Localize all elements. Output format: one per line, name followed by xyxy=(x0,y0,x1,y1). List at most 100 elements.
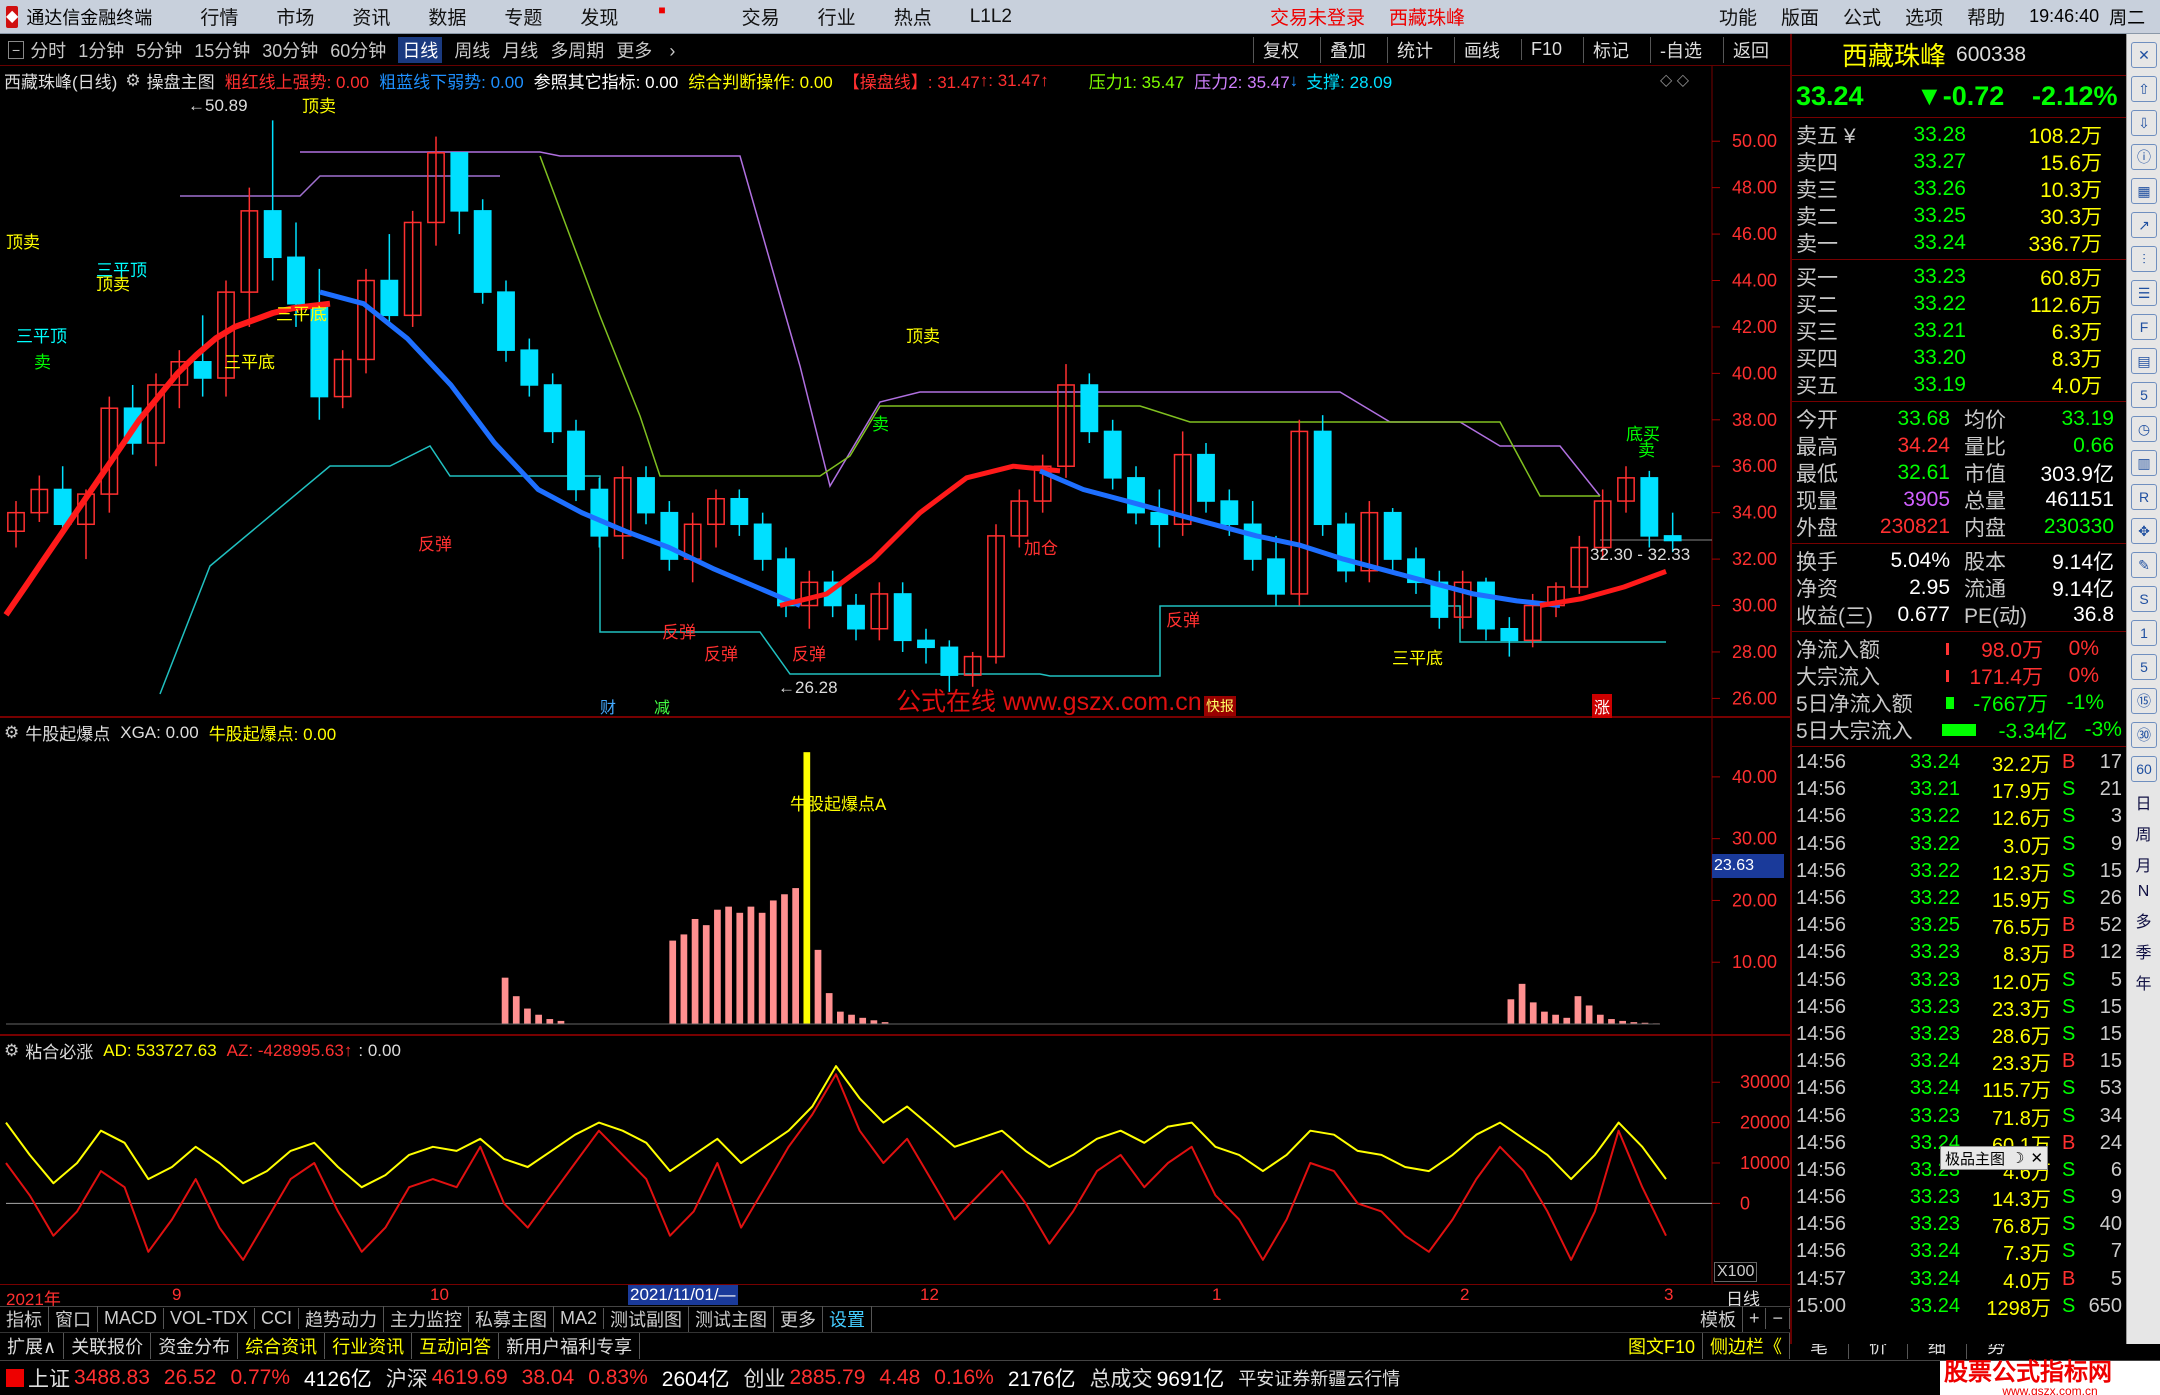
settings-icon[interactable]: ⚙ xyxy=(4,1041,19,1061)
candle-icon[interactable]: ⫶ xyxy=(2131,246,2157,272)
sh-label[interactable]: 上证 xyxy=(28,1363,70,1393)
grid-icon[interactable]: ▦ xyxy=(2131,178,2157,204)
tool-fuquan[interactable]: 复权 xyxy=(1252,36,1308,63)
tab-zhibiao[interactable]: 指标 xyxy=(0,1305,49,1332)
bid-row[interactable]: 买一 33.23 60.8万 xyxy=(1796,263,2122,290)
news-marker-zhang[interactable]: 涨 xyxy=(1592,694,1613,718)
news-marker-jian[interactable]: 减 xyxy=(654,694,670,718)
arrow-down-icon[interactable]: ⇩ xyxy=(2131,110,2157,136)
ask-row[interactable]: 卖三 33.26 10.3万 xyxy=(1796,175,2122,202)
period-5min[interactable]: 5分钟 xyxy=(136,37,182,63)
menu-item-shichang[interactable]: 市场 xyxy=(276,3,314,30)
arrow-up-icon[interactable]: ⇧ xyxy=(2131,76,2157,102)
ask-row[interactable]: 卖一 33.24 336.7万 xyxy=(1796,229,2122,256)
trade-status[interactable]: 交易未登录 xyxy=(1270,3,1365,30)
sidebar-period-multi[interactable]: 多 xyxy=(2127,908,2160,932)
fs-icon[interactable]: S xyxy=(2131,586,2157,612)
zoom-icon[interactable]: ◇ ◇ xyxy=(1660,70,1689,90)
period-daily[interactable]: 日线 xyxy=(398,36,443,63)
tab-remove[interactable]: − xyxy=(1766,1308,1790,1329)
ask-row[interactable]: 卖五 ¥ 33.28 108.2万 xyxy=(1796,121,2122,148)
tab-qushi[interactable]: 趋势动力 xyxy=(299,1305,385,1332)
tool-f10[interactable]: F10 xyxy=(1520,39,1571,60)
bid-row[interactable]: 买三 33.21 6.3万 xyxy=(1796,317,2122,344)
tool-huaxian[interactable]: 画线 xyxy=(1453,36,1509,63)
tab-ceshi-zhu[interactable]: 测试主图 xyxy=(689,1305,775,1332)
pen-icon[interactable]: ✎ xyxy=(2131,552,2157,578)
period-60min[interactable]: 60分钟 xyxy=(330,37,386,63)
sidebar-period-month[interactable]: 月 xyxy=(2127,852,2160,876)
floating-toolbar[interactable]: 极品主图 ☽ ✕ xyxy=(1940,1146,2049,1170)
tab-sidebar[interactable]: 侧边栏《 xyxy=(1703,1332,1790,1359)
tab-zhuli[interactable]: 主力监控 xyxy=(384,1305,470,1332)
menu-item-hangqing[interactable]: 行情 xyxy=(200,3,238,30)
tab-chuangkou[interactable]: 窗口 xyxy=(49,1305,98,1332)
bid-row[interactable]: 买四 33.20 8.3万 xyxy=(1796,344,2122,371)
news-marker-cai[interactable]: 财 xyxy=(600,694,616,718)
move-icon[interactable]: ✥ xyxy=(2131,518,2157,544)
period-1min[interactable]: 1分钟 xyxy=(78,37,124,63)
tab-moban[interactable]: 模板 xyxy=(1694,1305,1743,1332)
menu-item-shuju[interactable]: 数据 xyxy=(428,3,466,30)
period-30min[interactable]: 30分钟 xyxy=(262,37,318,63)
clock-icon[interactable]: ◷ xyxy=(2131,416,2157,442)
cy-label[interactable]: 创业 xyxy=(744,1363,786,1393)
info-icon[interactable]: ⓘ xyxy=(2131,144,2157,170)
tab-kuozhan[interactable]: 扩展∧ xyxy=(0,1332,65,1359)
doc-icon[interactable]: ▤ xyxy=(2131,348,2157,374)
sidebar-period-week[interactable]: 周 xyxy=(2127,821,2160,845)
chart-15-icon[interactable]: ⑮ xyxy=(2131,688,2157,714)
chart-1-icon[interactable]: 1 xyxy=(2131,620,2157,646)
sub-chart-niugu[interactable]: 40.00 30.00 20.00 10.00 xyxy=(0,718,1790,1036)
menu-item-l1l2[interactable]: L1L2 xyxy=(970,6,1012,28)
menu-item-bangzhu[interactable]: 帮助 xyxy=(1967,3,2005,30)
tab-macd[interactable]: MACD xyxy=(98,1308,164,1329)
menu-item-gongshi[interactable]: 公式 xyxy=(1843,3,1881,30)
tick-list[interactable]: 14:56 33.24 32.2万 B 17 14:56 33.21 17.9万 S 21 14:5… xyxy=(1792,747,2126,1322)
tab-cci[interactable]: CCI xyxy=(255,1308,300,1329)
sidebar-close-icon[interactable]: ✕ xyxy=(2131,42,2157,68)
chart-5-icon[interactable]: 5 xyxy=(2131,654,2157,680)
ask-row[interactable]: 卖四 33.27 15.6万 xyxy=(1796,148,2122,175)
menu-item-xuanxiang[interactable]: 选项 xyxy=(1905,3,1943,30)
tab-gengduo[interactable]: 更多 xyxy=(774,1305,824,1332)
tab-tuwen-f10[interactable]: 图文F10 xyxy=(1621,1332,1703,1359)
tab-hangye[interactable]: 行业资讯 xyxy=(325,1332,413,1359)
rsi-icon[interactable]: R xyxy=(2131,484,2157,510)
f5-icon[interactable]: 5 xyxy=(2131,382,2157,408)
tool-tongji[interactable]: 统计 xyxy=(1386,36,1442,63)
menu-item-gongneng[interactable]: 功能 xyxy=(1719,3,1757,30)
tab-simu[interactable]: 私募主图 xyxy=(469,1305,555,1332)
chart-30-icon[interactable]: ㉚ xyxy=(2131,722,2157,748)
ask-row[interactable]: 卖二 33.25 30.3万 xyxy=(1796,202,2122,229)
sidebar-period-quarter[interactable]: 季 xyxy=(2127,939,2160,963)
menu-item-redian[interactable]: 热点 xyxy=(894,3,932,30)
sidebar-period-n[interactable]: N xyxy=(2127,883,2160,901)
menu-item-jiaoyi[interactable]: 交易 xyxy=(742,3,780,30)
menu-item-hangye[interactable]: 行业 xyxy=(818,3,856,30)
tool-diejia[interactable]: 叠加 xyxy=(1319,36,1375,63)
tab-ma2[interactable]: MA2 xyxy=(554,1308,605,1329)
period-monthly[interactable]: 月线 xyxy=(502,37,538,63)
sub2-name[interactable]: 粘合必涨 xyxy=(25,1038,93,1063)
tab-shezhi[interactable]: 设置 xyxy=(823,1305,873,1332)
tab-guanlian[interactable]: 关联报价 xyxy=(64,1332,152,1359)
period-fenshi[interactable]: 分时 xyxy=(30,37,66,63)
bars-icon[interactable]: ▥ xyxy=(2131,450,2157,476)
list-icon[interactable]: ☰ xyxy=(2131,280,2157,306)
period-weekly[interactable]: 周线 xyxy=(454,37,490,63)
tab-vol[interactable]: VOL-TDX xyxy=(164,1308,256,1329)
menu-item-faxian[interactable]: 发现 ■ xyxy=(580,3,703,30)
sub-chart-nianhe[interactable]: 30000 20000 10000 0 xyxy=(0,1036,1790,1284)
tab-zonghe[interactable]: 综合资讯 xyxy=(238,1332,326,1359)
moon-icon[interactable]: ☽ xyxy=(2011,1149,2024,1167)
sidebar-period-day[interactable]: 日 xyxy=(2127,790,2160,814)
menu-item-zhuanti[interactable]: 专题 xyxy=(504,3,542,30)
bid-row[interactable]: 买五 33.19 4.0万 xyxy=(1796,371,2122,398)
chart-60-icon[interactable]: 60 xyxy=(2131,756,2157,782)
news-marker-kuaibao[interactable]: 快报 xyxy=(1204,696,1236,716)
trend-chart-icon[interactable]: ↗ xyxy=(2131,212,2157,238)
f10-icon[interactable]: F xyxy=(2131,314,2157,340)
tab-ceshi-fu[interactable]: 测试副图 xyxy=(604,1305,690,1332)
tool-zixuan[interactable]: -自选 xyxy=(1650,36,1711,63)
